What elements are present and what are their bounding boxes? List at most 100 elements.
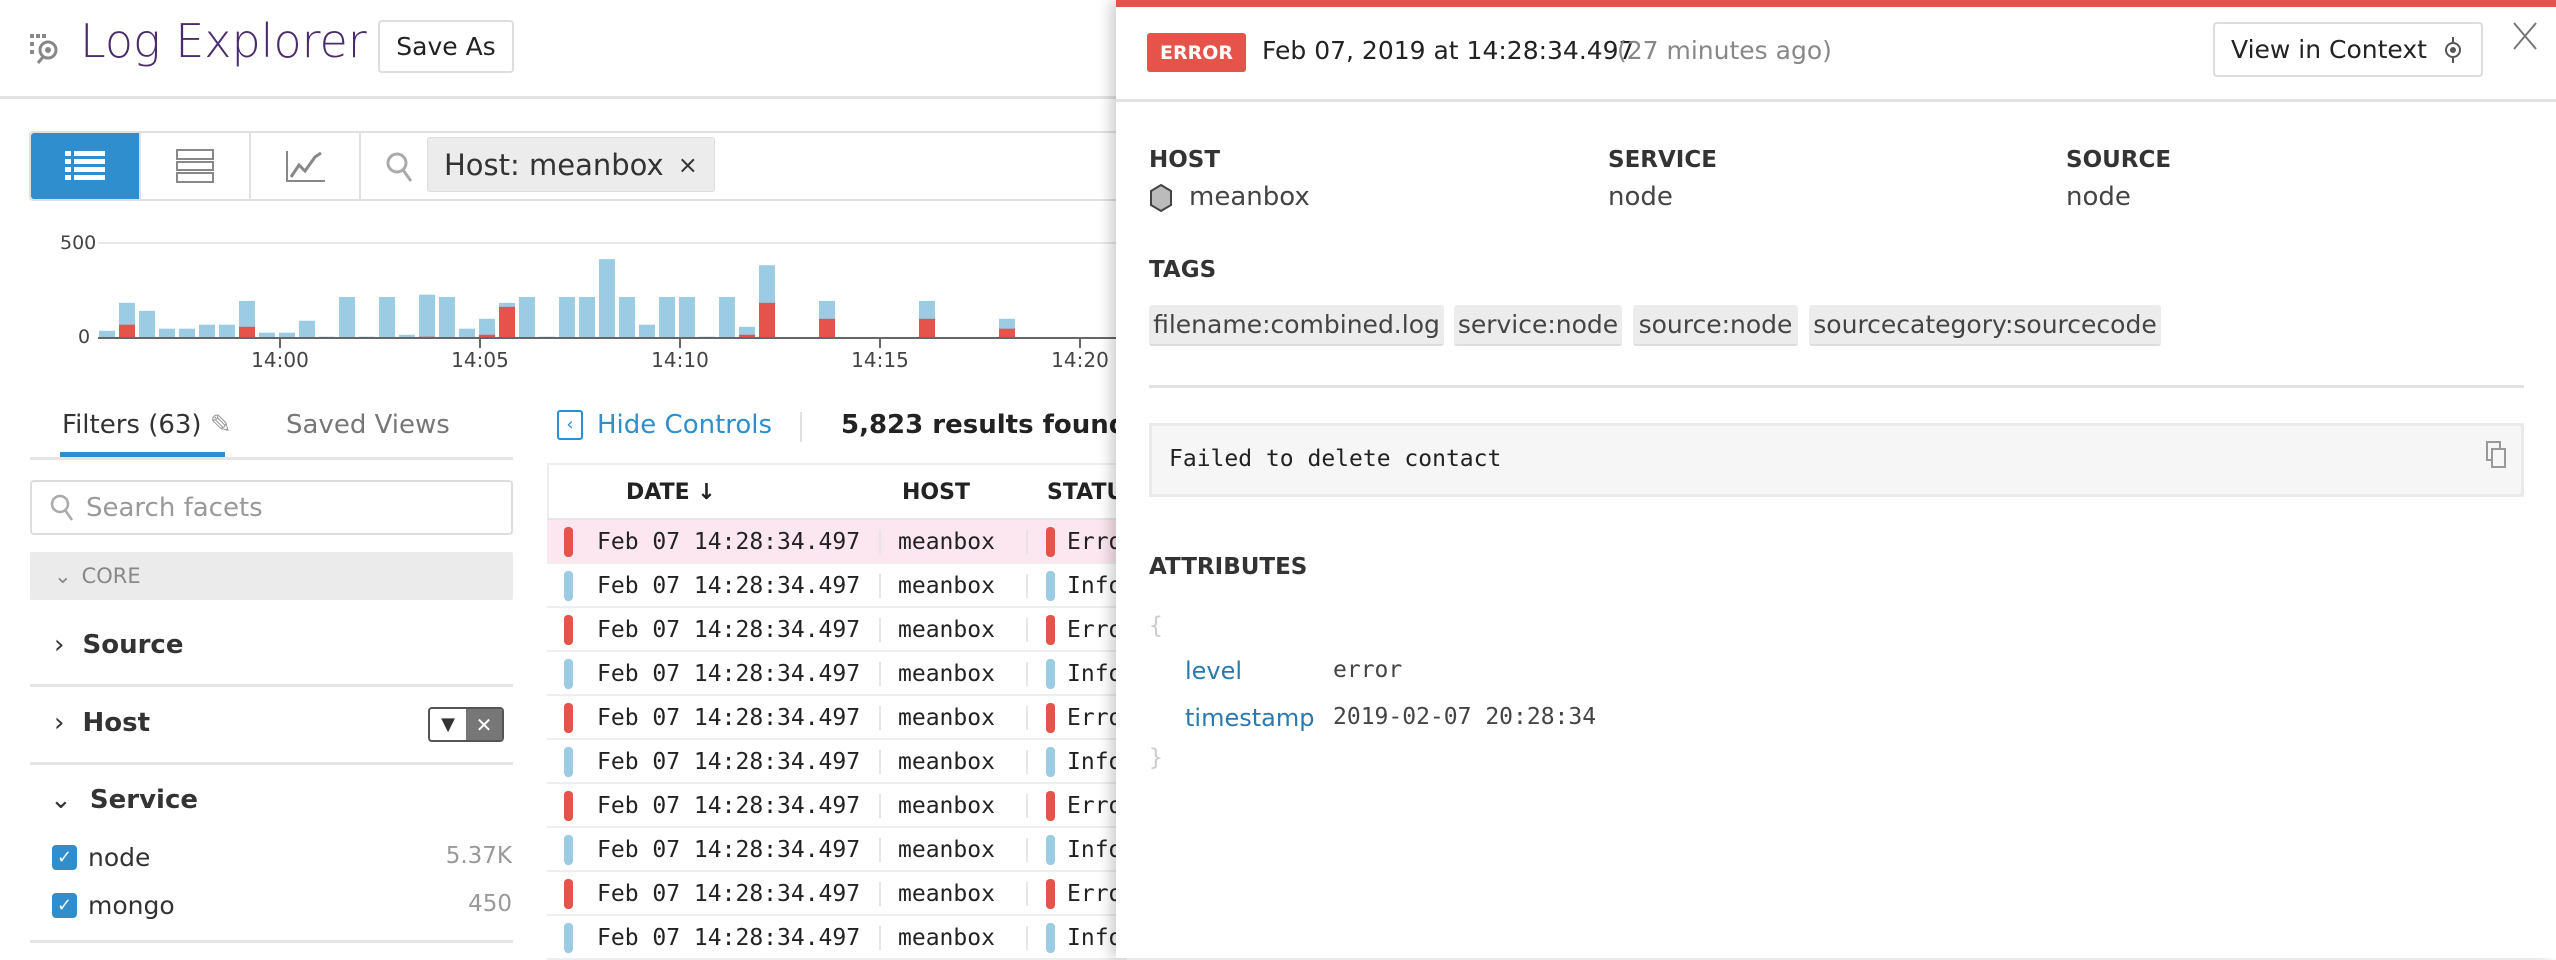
info-bar[interactable] <box>179 329 195 338</box>
column-host[interactable]: HOST <box>902 480 970 505</box>
cell-separator <box>879 838 881 862</box>
info-bar[interactable] <box>579 297 595 338</box>
clear-icon[interactable]: ✕ <box>466 709 502 740</box>
host-value[interactable]: meanbox <box>1189 182 1310 212</box>
info-bar[interactable] <box>159 329 175 338</box>
facet-value-mongo[interactable]: ✓ mongo 450 <box>52 891 512 921</box>
cell-date: Feb 07 14:28:34.497 <box>597 661 860 687</box>
json-close-brace: } <box>1149 745 1163 771</box>
status-indicator <box>564 615 573 645</box>
tag-chip[interactable]: source:node <box>1633 305 1798 346</box>
copy-icon[interactable] <box>2485 440 2507 470</box>
cell-status: Info <box>1067 925 1122 951</box>
tab-saved-views[interactable]: Saved Views <box>286 410 450 440</box>
checkbox-checked-icon[interactable]: ✓ <box>52 893 77 918</box>
status-indicator <box>1046 615 1055 645</box>
info-bar[interactable] <box>199 325 215 338</box>
facet-value-count: 5.37K <box>446 843 512 869</box>
cell-status: Info <box>1067 749 1122 775</box>
table-row[interactable]: Feb 07 14:28:34.497meanboxError <box>547 872 1127 916</box>
pattern-view-button[interactable] <box>141 133 251 199</box>
log-message: Failed to delete contact <box>1169 446 1501 472</box>
crosshair-icon <box>2441 35 2465 65</box>
info-bar[interactable] <box>719 297 735 338</box>
cell-separator <box>879 750 881 774</box>
host-filter-chip[interactable]: Host: meanbox × <box>427 137 715 192</box>
error-bar[interactable] <box>759 303 775 338</box>
divider <box>800 412 802 442</box>
table-row[interactable]: Feb 07 14:28:34.497meanboxInfo <box>547 916 1127 960</box>
error-bar[interactable] <box>239 327 255 338</box>
tag-chip[interactable]: filename:combined.log <box>1149 305 1444 346</box>
chip-remove-icon[interactable]: × <box>678 151 698 179</box>
attribute-key[interactable]: level <box>1185 657 1242 685</box>
checkbox-checked-icon[interactable]: ✓ <box>52 845 77 870</box>
info-bar[interactable] <box>99 331 115 338</box>
facet-host[interactable]: › Host <box>54 708 150 738</box>
close-icon[interactable] <box>2512 21 2538 51</box>
info-bar[interactable] <box>299 321 315 338</box>
pencil-icon[interactable]: ✎ <box>210 410 232 440</box>
table-row[interactable]: Feb 07 14:28:34.497meanboxError <box>547 608 1127 652</box>
save-as-button[interactable]: Save As <box>378 20 514 73</box>
error-bar[interactable] <box>919 319 935 338</box>
cell-date: Feb 07 14:28:34.497 <box>597 837 860 863</box>
info-bar[interactable] <box>679 297 695 338</box>
error-bar[interactable] <box>119 325 135 338</box>
divider <box>30 762 513 765</box>
log-volume-chart[interactable] <box>0 230 1116 380</box>
list-view-button[interactable] <box>31 133 141 199</box>
facet-source[interactable]: › Source <box>54 630 183 660</box>
source-value[interactable]: node <box>2066 182 2131 212</box>
tab-filters[interactable]: Filters (63) ✎ <box>62 410 232 440</box>
error-bar[interactable] <box>499 307 515 338</box>
table-row[interactable]: Feb 07 14:28:34.497meanboxError <box>547 520 1127 564</box>
chevron-right-icon: › <box>54 708 64 738</box>
table-row[interactable]: Feb 07 14:28:34.497meanboxError <box>547 696 1127 740</box>
column-date[interactable]: DATE ↓ <box>626 480 716 505</box>
status-indicator <box>1046 527 1055 557</box>
tag-chip[interactable]: sourcecategory:sourcecode <box>1809 305 2161 346</box>
info-bar[interactable] <box>639 325 655 338</box>
info-bar[interactable] <box>519 297 535 338</box>
attribute-value: 2019-02-07 20:28:34 <box>1333 704 1596 730</box>
table-row[interactable]: Feb 07 14:28:34.497meanboxInfo <box>547 652 1127 696</box>
search-facets-placeholder: Search facets <box>86 493 263 523</box>
info-bar[interactable] <box>439 297 455 338</box>
hide-controls-button[interactable]: ‹ Hide Controls <box>557 410 772 440</box>
chevron-right-icon: › <box>54 630 64 660</box>
view-in-context-button[interactable]: View in Context <box>2213 22 2483 77</box>
facet-service[interactable]: ⌄ Service <box>50 785 198 815</box>
table-row[interactable]: Feb 07 14:28:34.497meanboxError <box>547 784 1127 828</box>
facet-value-node[interactable]: ✓ node 5.37K <box>52 843 512 873</box>
info-bar[interactable] <box>339 297 355 338</box>
table-row[interactable]: Feb 07 14:28:34.497meanboxInfo <box>547 564 1127 608</box>
service-value[interactable]: node <box>1608 182 1673 212</box>
attribute-key[interactable]: timestamp <box>1185 704 1314 732</box>
info-bar[interactable] <box>459 329 475 338</box>
analytics-view-button[interactable] <box>251 133 361 199</box>
core-section-header[interactable]: ⌄CORE <box>30 552 513 600</box>
cell-host: meanbox <box>898 529 995 555</box>
cell-host: meanbox <box>898 837 995 863</box>
tag-chip[interactable]: service:node <box>1454 305 1622 346</box>
table-row[interactable]: Feb 07 14:28:34.497meanboxInfo <box>547 740 1127 784</box>
info-bar[interactable] <box>599 259 615 338</box>
info-bar[interactable] <box>379 297 395 338</box>
cell-host: meanbox <box>898 661 995 687</box>
table-row[interactable]: Feb 07 14:28:34.497meanboxInfo <box>547 828 1127 872</box>
error-bar[interactable] <box>819 319 835 338</box>
cell-separator <box>879 794 881 818</box>
search-facets-input[interactable]: Search facets <box>30 480 513 535</box>
info-bar[interactable] <box>139 311 155 338</box>
info-bar[interactable] <box>559 297 575 338</box>
info-bar[interactable] <box>659 297 675 338</box>
divider <box>1149 385 2524 388</box>
status-badge: ERROR <box>1147 33 1246 72</box>
info-bar[interactable] <box>619 297 635 338</box>
info-bar[interactable] <box>219 325 235 338</box>
filter-icon[interactable]: ▼ <box>430 709 466 740</box>
info-bar[interactable] <box>419 295 435 338</box>
chip-label: Host: meanbox <box>444 148 664 182</box>
error-bar[interactable] <box>999 329 1015 338</box>
